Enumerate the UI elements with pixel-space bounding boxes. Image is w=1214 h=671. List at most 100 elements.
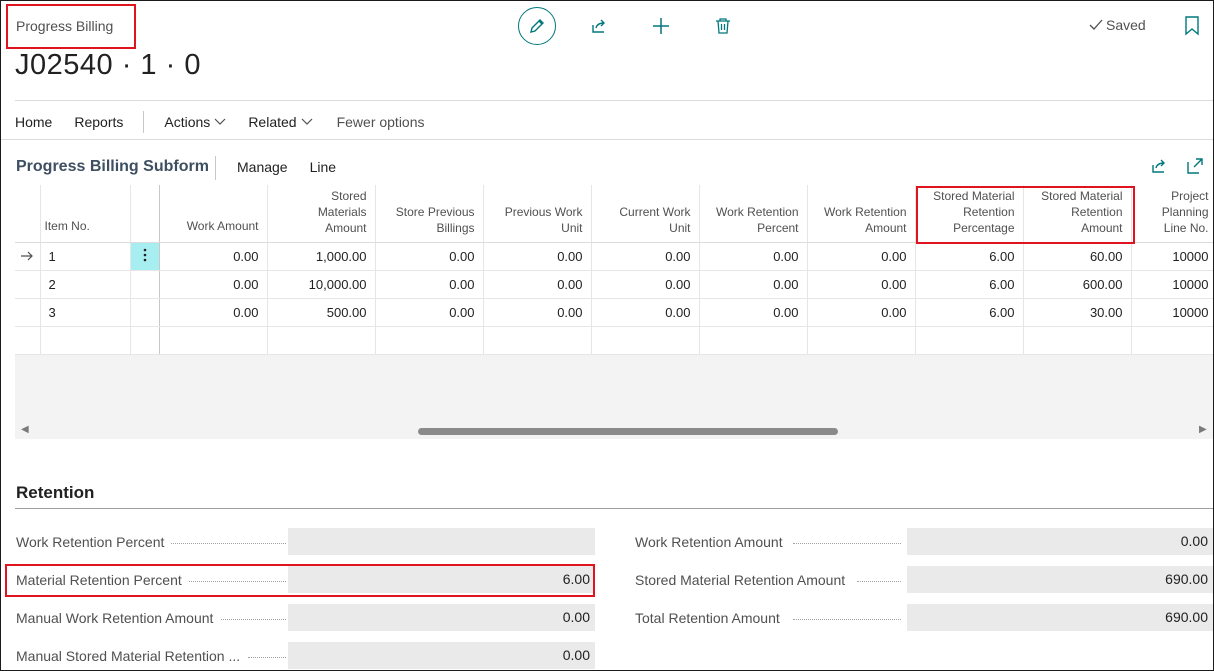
- cell-empty[interactable]: [267, 326, 376, 355]
- delete-icon: [716, 18, 730, 34]
- cell-empty[interactable]: [1131, 326, 1213, 355]
- cell-stored-material-retention-amount[interactable]: 600.00: [1023, 270, 1132, 299]
- cell-previous-work-unit[interactable]: 0.00: [483, 270, 592, 299]
- col-label-line: Stored: [331, 188, 367, 203]
- cell-item-no[interactable]: 1: [40, 242, 131, 271]
- cell-empty[interactable]: [807, 326, 916, 355]
- cell-current-work-unit[interactable]: 0.00: [591, 298, 700, 327]
- col-label-line: Unit: [561, 220, 583, 235]
- cell-item-no[interactable]: 3: [40, 298, 131, 327]
- cell-item-no[interactable]: 2: [40, 270, 131, 299]
- cell-project-planning-line-no[interactable]: 10000: [1131, 270, 1213, 299]
- cell-work-retention-amount[interactable]: 0.00: [807, 270, 916, 299]
- scroll-right-icon[interactable]: ▶: [1199, 424, 1207, 435]
- col-stored-material-retention-percentage[interactable]: Stored Material Retention Percentage: [915, 185, 1024, 243]
- col-work-retention-amount[interactable]: Work Retention Amount: [807, 185, 916, 243]
- field-label-text: Material Retention Percent: [16, 571, 188, 588]
- cell-stored-materials-amount[interactable]: 500.00: [267, 298, 376, 327]
- menu-actions[interactable]: Actions: [164, 114, 226, 130]
- cell-project-planning-line-no[interactable]: 10000: [1131, 242, 1213, 271]
- material-retention-percent-input[interactable]: 6.00: [288, 566, 595, 593]
- cell-work-retention-percent[interactable]: 0.00: [699, 298, 808, 327]
- menu-reports[interactable]: Reports: [74, 114, 123, 130]
- edit-button[interactable]: [518, 7, 556, 45]
- cell-store-previous-billings[interactable]: 0.00: [375, 298, 484, 327]
- cell-current-work-unit[interactable]: 0.00: [591, 242, 700, 271]
- cell-stored-material-retention-amount[interactable]: 30.00: [1023, 298, 1132, 327]
- col-label-line: Materials: [317, 204, 367, 219]
- col-stored-material-retention-amount[interactable]: Stored Material Retention Amount: [1023, 185, 1132, 243]
- scrollbar-thumb[interactable]: [418, 428, 838, 435]
- cell-empty[interactable]: [915, 326, 1024, 355]
- cell-stored-materials-amount[interactable]: 10,000.00: [267, 270, 376, 299]
- col-work-amount[interactable]: Work Amount: [159, 185, 268, 243]
- cell-work-retention-amount[interactable]: 0.00: [807, 242, 916, 271]
- table-row-new[interactable]: [15, 326, 1213, 355]
- cell-empty[interactable]: [591, 326, 700, 355]
- subform-line-button[interactable]: Line: [310, 159, 336, 175]
- cell-work-amount[interactable]: 0.00: [159, 242, 268, 271]
- cell-stored-material-retention-percentage[interactable]: 6.00: [915, 298, 1024, 327]
- bookmark-icon[interactable]: [1184, 16, 1200, 36]
- cell-empty[interactable]: [699, 326, 808, 355]
- share-icon[interactable]: [1150, 157, 1168, 175]
- col-work-retention-percent[interactable]: Work Retention Percent: [699, 185, 808, 243]
- cell-work-retention-amount[interactable]: 0.00: [807, 298, 916, 327]
- add-icon: [653, 18, 669, 34]
- field-leader: [186, 581, 286, 582]
- col-item-no[interactable]: Item No.: [40, 185, 131, 243]
- manual-work-retention-amount-input[interactable]: 0.00: [288, 604, 595, 631]
- expand-icon[interactable]: [1186, 157, 1204, 175]
- cell-empty[interactable]: [130, 326, 160, 355]
- col-previous-work-unit[interactable]: Previous Work Unit: [483, 185, 592, 243]
- row-indicator: [15, 326, 41, 355]
- scroll-left-icon[interactable]: ◀: [21, 424, 29, 435]
- cell-previous-work-unit[interactable]: 0.00: [483, 298, 592, 327]
- cell-current-work-unit[interactable]: 0.00: [591, 270, 700, 299]
- cell-empty[interactable]: [375, 326, 484, 355]
- horizontal-scrollbar[interactable]: ◀ ▶: [15, 421, 1213, 439]
- field-leader: [248, 657, 286, 658]
- cell-empty[interactable]: [159, 326, 268, 355]
- cell-stored-material-retention-amount[interactable]: 60.00: [1023, 242, 1132, 271]
- field-leader: [857, 581, 901, 582]
- cell-stored-materials-amount[interactable]: 1,000.00: [267, 242, 376, 271]
- cell-work-amount[interactable]: 0.00: [159, 270, 268, 299]
- work-retention-percent-input[interactable]: [288, 528, 595, 555]
- row-menu-cell[interactable]: [130, 298, 160, 327]
- cell-empty[interactable]: [1023, 326, 1132, 355]
- cell-previous-work-unit[interactable]: 0.00: [483, 242, 592, 271]
- cell-work-retention-percent[interactable]: 0.00: [699, 242, 808, 271]
- col-store-previous-billings[interactable]: Store Previous Billings: [375, 185, 484, 243]
- col-stored-materials-amount[interactable]: Stored Materials Amount: [267, 185, 376, 243]
- row-menu-button[interactable]: [130, 242, 160, 271]
- cell-work-amount[interactable]: 0.00: [159, 298, 268, 327]
- table-row[interactable]: 3 0.00 500.00 0.00 0.00 0.00 0.00 0.00 6…: [15, 298, 1213, 327]
- manual-stored-material-retention-input[interactable]: 0.00: [288, 642, 595, 669]
- cell-stored-material-retention-percentage[interactable]: 6.00: [915, 242, 1024, 271]
- delete-button[interactable]: [704, 7, 742, 45]
- cell-store-previous-billings[interactable]: 0.00: [375, 242, 484, 271]
- field-stored-material-retention-amount: Stored Material Retention Amount 690.00: [635, 566, 1213, 593]
- col-current-work-unit[interactable]: Current Work Unit: [591, 185, 700, 243]
- subform-manage-button[interactable]: Manage: [237, 159, 288, 175]
- table-row[interactable]: 2 0.00 10,000.00 0.00 0.00 0.00 0.00 0.0…: [15, 270, 1213, 299]
- subform-grid: Item No. Work Amount Stored Materials Amou…: [15, 185, 1213, 439]
- table-row[interactable]: 1 0.00 1,000.00 0.00 0.00 0.00 0.00 0.00…: [15, 242, 1213, 271]
- cell-work-retention-percent[interactable]: 0.00: [699, 270, 808, 299]
- cell-empty[interactable]: [40, 326, 131, 355]
- cell-empty[interactable]: [483, 326, 592, 355]
- fewer-options-button[interactable]: Fewer options: [337, 114, 425, 130]
- cell-stored-material-retention-percentage[interactable]: 6.00: [915, 270, 1024, 299]
- cell-store-previous-billings[interactable]: 0.00: [375, 270, 484, 299]
- row-menu-cell[interactable]: [130, 270, 160, 299]
- col-project-planning-line-no[interactable]: Project Planning Line No.: [1131, 185, 1213, 243]
- cell-project-planning-line-no[interactable]: 10000: [1131, 298, 1213, 327]
- share-button[interactable]: [580, 7, 618, 45]
- menu-related[interactable]: Related: [248, 114, 313, 130]
- col-label-line: Work Retention: [824, 204, 907, 219]
- menu-home[interactable]: Home: [15, 114, 52, 130]
- new-button[interactable]: [642, 7, 680, 45]
- subform-title: Progress Billing Subform: [16, 158, 209, 175]
- lines-table: Item No. Work Amount Stored Materials Amou…: [15, 185, 1213, 355]
